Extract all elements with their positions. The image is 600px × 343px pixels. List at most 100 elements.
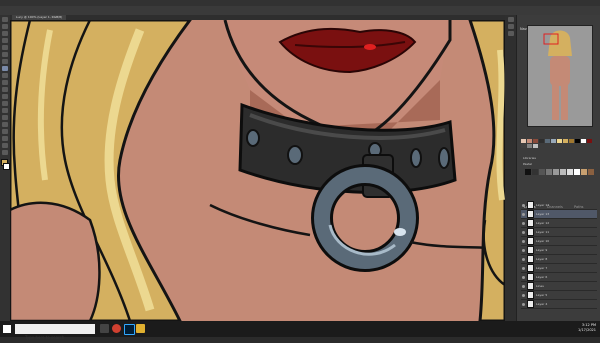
- layer-name: Layer 9: [536, 248, 548, 252]
- color-swatch[interactable]: [557, 139, 562, 143]
- layer-name: Layer 6: [536, 275, 548, 279]
- visibility-eye-icon[interactable]: [522, 257, 525, 261]
- dodge-tool-icon[interactable]: [2, 108, 8, 113]
- brush-tool-icon[interactable]: [2, 66, 8, 71]
- visibility-eye-icon[interactable]: [522, 302, 525, 306]
- layers-list: Layer 14 Layer 13 Layer 12 Layer 11 Layer 10…: [521, 201, 597, 321]
- layer-name: Layer 10: [536, 239, 550, 243]
- visibility-eye-icon[interactable]: [522, 266, 525, 270]
- layer-row[interactable]: Layer 14: [521, 201, 597, 210]
- magic-wand-tool-icon[interactable]: [2, 38, 8, 43]
- move-tool-icon[interactable]: [2, 17, 8, 22]
- layer-row[interactable]: Layer 8: [521, 255, 597, 264]
- artwork: [10, 20, 505, 321]
- properties-panel-icon[interactable]: [507, 24, 514, 29]
- chrome-icon[interactable]: [112, 324, 121, 333]
- lasso-tool-icon[interactable]: [2, 31, 8, 36]
- gradient-swatch[interactable]: [525, 169, 531, 175]
- panel-icon-rail: [505, 15, 516, 321]
- adjustments-panel-icon[interactable]: [507, 31, 514, 36]
- gradient-swatch[interactable]: [539, 169, 545, 175]
- layer-row[interactable]: Lines: [521, 282, 597, 291]
- layer-row[interactable]: Layer 5: [521, 291, 597, 300]
- color-swatch[interactable]: [521, 144, 526, 148]
- color-swatch[interactable]: [545, 139, 550, 143]
- layer-thumbnail: [527, 264, 534, 272]
- visibility-eye-icon[interactable]: [522, 275, 525, 279]
- gradient-tool-icon[interactable]: [2, 94, 8, 99]
- color-swatch[interactable]: [569, 139, 574, 143]
- path-select-tool-icon[interactable]: [2, 129, 8, 134]
- navigator-thumbnail[interactable]: [527, 25, 593, 127]
- gradient-swatch[interactable]: [553, 169, 559, 175]
- color-swatch[interactable]: [563, 139, 568, 143]
- visibility-eye-icon[interactable]: [522, 203, 525, 207]
- color-swatch[interactable]: [539, 139, 544, 143]
- layer-thumbnail: [527, 201, 534, 209]
- gradient-swatch[interactable]: [546, 169, 552, 175]
- eyedropper-tool-icon[interactable]: [2, 52, 8, 57]
- marquee-tool-icon[interactable]: [2, 24, 8, 29]
- layer-name: Layer 7: [536, 266, 548, 270]
- task-view-icon[interactable]: [100, 324, 109, 333]
- visibility-eye-icon[interactable]: [522, 230, 525, 234]
- layer-row[interactable]: Layer 12: [521, 219, 597, 228]
- photoshop-taskbar-icon[interactable]: [124, 324, 135, 335]
- canvas[interactable]: [10, 20, 505, 321]
- gradient-swatch[interactable]: [581, 169, 587, 175]
- taskbar-search[interactable]: Type here to search: [15, 324, 95, 340]
- windows-start-icon[interactable]: [3, 325, 11, 333]
- visibility-eye-icon[interactable]: [522, 212, 525, 216]
- history-brush-tool-icon[interactable]: [2, 80, 8, 85]
- color-swatch[interactable]: [587, 139, 592, 143]
- layer-row[interactable]: Layer 10: [521, 237, 597, 246]
- color-swatch[interactable]: [533, 144, 538, 148]
- background-color-swatch[interactable]: [3, 163, 10, 170]
- layer-thumbnail: [527, 246, 534, 254]
- visibility-eye-icon[interactable]: [522, 284, 525, 288]
- blur-tool-icon[interactable]: [2, 101, 8, 106]
- hand-tool-icon[interactable]: [2, 143, 8, 148]
- color-swatch[interactable]: [551, 139, 556, 143]
- zoom-tool-icon[interactable]: [2, 150, 8, 155]
- layer-row[interactable]: Layer 11: [521, 228, 597, 237]
- color-swatch[interactable]: [521, 139, 526, 143]
- eraser-tool-icon[interactable]: [2, 87, 8, 92]
- visibility-eye-icon[interactable]: [522, 221, 525, 225]
- gradient-swatch[interactable]: [532, 169, 538, 175]
- layer-name: Layer 11: [536, 230, 550, 234]
- gradient-swatch[interactable]: [567, 169, 573, 175]
- color-swatch[interactable]: [581, 139, 586, 143]
- layer-name: Layer 4: [536, 302, 548, 306]
- history-panel-icon[interactable]: [507, 17, 514, 22]
- visibility-eye-icon[interactable]: [522, 248, 525, 252]
- system-clock[interactable]: 3:12 PM 1/17/2021: [578, 323, 596, 333]
- library-item[interactable]: Pastel: [521, 161, 597, 167]
- color-swatch[interactable]: [575, 139, 580, 143]
- layer-row[interactable]: Layer 9: [521, 246, 597, 255]
- layer-row[interactable]: Layer 6: [521, 273, 597, 282]
- visibility-eye-icon[interactable]: [522, 239, 525, 243]
- layer-row[interactable]: Layer 7: [521, 264, 597, 273]
- layer-row[interactable]: Layer 13: [521, 210, 597, 219]
- layer-thumbnail: [527, 219, 534, 227]
- taskbar: Type here to search 3:12 PM 1/17/2021: [0, 321, 600, 340]
- healing-tool-icon[interactable]: [2, 59, 8, 64]
- search-placeholder: Type here to search: [25, 335, 65, 340]
- type-tool-icon[interactable]: [2, 122, 8, 127]
- layer-row[interactable]: Layer 4: [521, 300, 597, 309]
- layer-thumbnail: [527, 237, 534, 245]
- gradient-swatch[interactable]: [588, 169, 594, 175]
- gradient-swatch[interactable]: [560, 169, 566, 175]
- visibility-eye-icon[interactable]: [522, 293, 525, 297]
- stamp-tool-icon[interactable]: [2, 73, 8, 78]
- layer-name: Layer 13: [536, 212, 550, 216]
- color-swatch[interactable]: [527, 144, 532, 148]
- pen-tool-icon[interactable]: [2, 115, 8, 120]
- color-swatch[interactable]: [533, 139, 538, 143]
- gradient-swatch[interactable]: [574, 169, 580, 175]
- shape-tool-icon[interactable]: [2, 136, 8, 141]
- explorer-icon[interactable]: [136, 324, 145, 333]
- color-swatch[interactable]: [527, 139, 532, 143]
- crop-tool-icon[interactable]: [2, 45, 8, 50]
